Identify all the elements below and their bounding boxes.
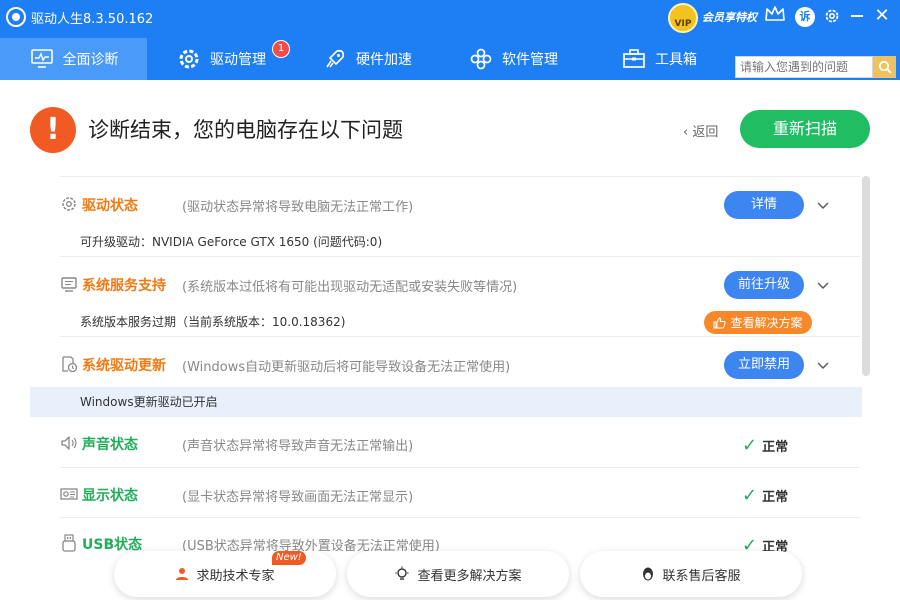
tab-diagnosis[interactable]: 全面诊断 bbox=[0, 38, 147, 80]
view-solution-label: 查看解决方案 bbox=[730, 316, 803, 330]
tab-hardware-acceleration[interactable]: 硬件加速 bbox=[322, 38, 412, 80]
tab-software-management[interactable]: 软件管理 bbox=[468, 38, 558, 80]
chevron-down-icon[interactable] bbox=[816, 199, 830, 213]
close-button[interactable]: ✕ bbox=[872, 6, 892, 26]
apps-icon bbox=[468, 46, 494, 72]
vip-medal-icon: VIP bbox=[668, 3, 698, 33]
crown-icon[interactable] bbox=[764, 4, 786, 24]
vip-text: 会员享特权 bbox=[702, 11, 757, 24]
back-link[interactable]: ‹ 返回 bbox=[683, 121, 718, 140]
feedback-avatar[interactable]: 诉 bbox=[795, 7, 815, 27]
chevron-down-icon[interactable] bbox=[816, 359, 830, 373]
status-label: 正常 bbox=[762, 440, 789, 455]
row-title: 显示状态 bbox=[82, 488, 138, 504]
view-solution-button[interactable]: 查看解决方案 bbox=[704, 311, 812, 334]
app-title: 驱动人生8.3.50.162 bbox=[31, 12, 154, 27]
speaker-icon bbox=[61, 436, 77, 450]
disable-now-button[interactable]: 立即禁用 bbox=[724, 351, 804, 379]
graphics-card-icon bbox=[60, 488, 78, 500]
tab-label: 驱动管理 bbox=[210, 52, 266, 68]
penguin-icon bbox=[643, 567, 654, 581]
scrollbar[interactable] bbox=[862, 176, 870, 376]
toolbox-icon bbox=[621, 46, 647, 72]
row-description: (声音状态异常将导致声音无法正常输出) bbox=[182, 439, 414, 454]
rocket-icon bbox=[322, 46, 348, 72]
customer-service-button[interactable]: 联系售后客服 bbox=[580, 551, 802, 597]
usb-icon bbox=[62, 534, 76, 552]
tab-label: 硬件加速 bbox=[356, 52, 412, 68]
details-button[interactable]: 详情 bbox=[724, 191, 804, 219]
chevron-left-icon: ‹ bbox=[683, 125, 693, 140]
person-icon bbox=[176, 568, 189, 580]
back-label: 返回 bbox=[692, 125, 719, 140]
row-description: (系统版本过低将有可能出现驱动无适配或安装失败等情况) bbox=[182, 280, 518, 295]
rescan-button[interactable]: 重新扫描 bbox=[740, 110, 870, 148]
minimize-button[interactable] bbox=[851, 15, 863, 17]
vip-badge[interactable]: VIP 会员享特权 bbox=[668, 3, 766, 33]
search-icon bbox=[878, 60, 892, 74]
more-solutions-label: 查看更多解决方案 bbox=[417, 568, 522, 584]
row-detail: 系统版本服务过期（当前系统版本：10.0.18362) bbox=[80, 315, 346, 329]
row-usb-status: USB状态 (USB状态异常将导致外置设备无法正常使用) bbox=[60, 517, 860, 554]
row-sound-status: 声音状态 (声音状态异常将导致声音无法正常输出) bbox=[60, 417, 860, 467]
search-button[interactable] bbox=[873, 56, 896, 78]
settings-icon[interactable] bbox=[823, 7, 841, 25]
row-display-status: 显示状态 (显卡状态异常将导致画面无法正常显示) bbox=[60, 467, 860, 517]
driver-update-badge: 1 bbox=[272, 40, 290, 58]
page-title: 诊断结束，您的电脑存在以下问题 bbox=[88, 118, 403, 142]
tab-toolbox[interactable]: 工具箱 bbox=[621, 38, 697, 80]
app-logo-icon bbox=[6, 7, 26, 27]
row-description: (驱动状态异常将导致电脑无法正常工作) bbox=[182, 200, 414, 215]
search-input[interactable] bbox=[735, 56, 873, 78]
tab-label: 全面诊断 bbox=[62, 52, 119, 68]
customer-service-label: 联系售后客服 bbox=[662, 568, 741, 584]
status-label: 正常 bbox=[762, 490, 789, 505]
title-bar: 驱动人生8.3.50.162 VIP 会员享特权 诉 ✕ 全面诊断 驱动管理 1… bbox=[0, 0, 900, 80]
monitor-icon bbox=[61, 277, 77, 292]
alert-icon: ! bbox=[30, 107, 76, 153]
row-description: (Windows自动更新驱动后将可能导致设备无法正常使用) bbox=[182, 360, 511, 375]
row-title: 声音状态 bbox=[82, 437, 138, 453]
check-icon: ✓ bbox=[742, 435, 758, 456]
row-description: (显卡状态异常将导致画面无法正常显示) bbox=[182, 490, 414, 505]
row-title: 驱动状态 bbox=[82, 198, 138, 214]
status-ok: ✓ 正常 bbox=[742, 485, 788, 506]
check-icon: ✓ bbox=[742, 485, 758, 506]
status-ok: ✓ 正常 bbox=[742, 435, 788, 456]
document-clock-icon bbox=[62, 356, 78, 373]
tab-label: 工具箱 bbox=[655, 52, 697, 68]
gear-icon bbox=[62, 197, 76, 211]
tab-label: 软件管理 bbox=[502, 52, 558, 68]
expert-help-label: 求助技术专家 bbox=[196, 568, 275, 584]
tab-driver-management[interactable]: 驱动管理 bbox=[176, 38, 266, 80]
row-detail: 可升级驱动：NVIDIA GeForce GTX 1650 (问题代码:0) bbox=[80, 235, 383, 249]
row-detail: Windows更新驱动已开启 bbox=[80, 395, 218, 409]
new-badge: New! bbox=[272, 551, 306, 565]
row-title: 系统驱动更新 bbox=[82, 358, 166, 374]
thumbs-up-icon bbox=[713, 316, 727, 328]
chevron-down-icon[interactable] bbox=[816, 279, 830, 293]
more-solutions-button[interactable]: 查看更多解决方案 bbox=[347, 551, 569, 597]
gear-icon bbox=[176, 46, 202, 72]
monitor-icon bbox=[29, 46, 55, 72]
lightbulb-icon bbox=[395, 566, 409, 580]
row-title: 系统服务支持 bbox=[82, 278, 166, 294]
upgrade-button[interactable]: 前往升级 bbox=[724, 271, 804, 299]
row-system-driver-update: 系统驱动更新 (Windows自动更新驱动后将可能导致设备无法正常使用) 立即禁… bbox=[60, 336, 860, 386]
